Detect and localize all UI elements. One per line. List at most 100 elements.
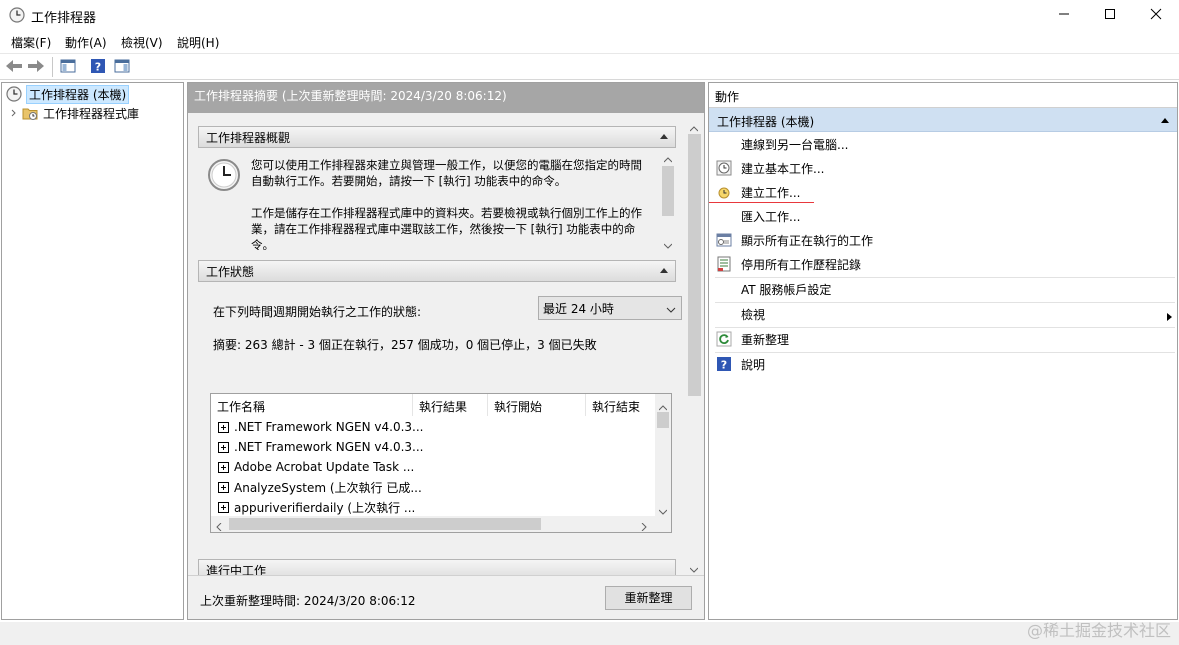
running-tasks-header[interactable]: 進行中工作 (198, 559, 676, 575)
table-horizontal-scrollbar[interactable] (211, 516, 671, 532)
show-hide-tree-button[interactable] (58, 57, 78, 77)
minimize-button[interactable] (1041, 0, 1087, 31)
minimize-icon (1058, 8, 1070, 23)
back-arrow-icon (5, 58, 23, 77)
overview-paragraph: 工作是儲存在工作排程器程式庫中的資料夾。若要檢視或執行個別工作上的作業，請在工作… (251, 206, 642, 250)
table-row[interactable]: .NET Framework NGEN v4.0.3... (211, 417, 656, 437)
table-row[interactable]: Adobe Acrobat Update Task ... (211, 457, 656, 477)
collapse-arrow-icon[interactable] (660, 268, 668, 273)
scroll-up-icon[interactable] (689, 121, 699, 135)
refresh-icon (716, 331, 732, 347)
status-bar (0, 622, 1179, 645)
task-status-header[interactable]: 工作狀態 (198, 260, 676, 282)
svg-text:?: ? (95, 60, 101, 73)
toolbar: ? (0, 53, 1179, 80)
action-disable-history[interactable]: 停用所有工作歷程記錄 (709, 252, 1177, 276)
expand-plus-icon[interactable] (218, 461, 229, 473)
table-row[interactable]: AnalyzeSystem (上次執行 已成... (211, 477, 656, 497)
summary-footer: 上次重新整理時間: 2024/3/20 8:06:12 重新整理 (188, 575, 704, 619)
close-button[interactable] (1133, 0, 1179, 31)
actions-group-title: 工作排程器 (本機) (717, 115, 815, 129)
task-name: AnalyzeSystem (上次執行 已成... (234, 480, 422, 495)
tree-node-library[interactable]: 工作排程器程式庫 (10, 104, 139, 122)
help-button[interactable]: ? (88, 57, 108, 77)
scroll-down-icon[interactable] (663, 238, 673, 250)
action-label: 檢視 (741, 307, 766, 322)
actions-group-header[interactable]: 工作排程器 (本機) (709, 108, 1177, 132)
submenu-arrow-icon (1167, 310, 1172, 324)
action-show-running[interactable]: 顯示所有正在執行的工作 (709, 228, 1177, 252)
action-create-basic-task[interactable]: 建立基本工作... (709, 156, 1177, 180)
expand-plus-icon[interactable] (218, 501, 229, 513)
help-icon: ? (716, 356, 732, 372)
show-hide-action-pane-button[interactable] (112, 57, 132, 77)
scroll-thumb[interactable] (229, 518, 541, 530)
help-icon: ? (90, 58, 106, 77)
task-table: 工作名稱 執行結果 執行開始 執行結束 .NET Framework NGEN … (210, 393, 672, 533)
refresh-button[interactable]: 重新整理 (605, 586, 692, 610)
action-label: 匯入工作... (741, 209, 801, 224)
menu-help[interactable]: 說明(H) (177, 34, 219, 51)
overview-title: 工作排程器概觀 (206, 131, 291, 145)
scroll-up-icon[interactable] (663, 152, 673, 166)
action-create-task[interactable]: 建立工作... (709, 180, 1177, 204)
chevron-right-icon[interactable] (10, 109, 18, 117)
action-label: AT 服務帳戶設定 (741, 282, 832, 297)
expand-plus-icon[interactable] (218, 441, 229, 453)
action-connect-computer[interactable]: 連線到另一台電腦... (709, 132, 1177, 156)
scroll-left-icon[interactable] (216, 520, 222, 532)
collapse-arrow-icon[interactable] (660, 134, 668, 139)
actions-pane: 動作 工作排程器 (本機) 連線到另一台電腦... 建立基本工作... 建立工作… (708, 82, 1178, 620)
expand-plus-icon[interactable] (218, 481, 229, 493)
action-import-task[interactable]: 匯入工作... (709, 204, 1177, 228)
show-hide-action-pane-icon (114, 58, 130, 77)
show-hide-tree-icon (60, 58, 76, 77)
overview-section-header[interactable]: 工作排程器概觀 (198, 126, 676, 148)
clock-icon (6, 86, 22, 102)
running-tasks-section: 進行中工作 (198, 559, 676, 575)
clock-large-icon (207, 158, 241, 195)
action-refresh[interactable]: 重新整理 (709, 327, 1177, 351)
overview-section: 工作排程器概觀 您可以使用工作排程器來建立與管理一般工作，以便您的電腦在您指定的… (198, 126, 676, 250)
overview-paragraph: 您可以使用工作排程器來建立與管理一般工作，以便您的電腦在您指定的時間自動執行工作… (251, 158, 642, 188)
column-header-end[interactable]: 執行結束 (586, 394, 656, 416)
menu-view[interactable]: 檢視(V) (121, 34, 163, 51)
history-icon (716, 256, 732, 272)
clock-icon (9, 7, 25, 23)
table-row[interactable]: .NET Framework NGEN v4.0.3... (211, 437, 656, 457)
action-view[interactable]: 檢視 (709, 302, 1177, 326)
scroll-thumb[interactable] (688, 134, 701, 396)
tree-node-label: 工作排程器 (本機) (26, 84, 130, 104)
action-label: 連線到另一台電腦... (741, 137, 849, 152)
scroll-right-icon[interactable] (641, 520, 647, 532)
summary-scrollbar[interactable] (686, 114, 703, 575)
back-button[interactable] (4, 57, 24, 77)
expand-plus-icon[interactable] (218, 421, 229, 433)
column-header-name[interactable]: 工作名稱 (211, 394, 413, 416)
overview-scrollbar[interactable] (660, 148, 676, 250)
menu-action[interactable]: 動作(A) (65, 34, 107, 51)
collapse-arrow-icon[interactable] (1161, 118, 1169, 123)
maximize-button[interactable] (1087, 0, 1133, 31)
scroll-down-icon[interactable] (689, 562, 699, 576)
menu-file[interactable]: 檔案(F) (11, 34, 51, 51)
navigation-tree: 工作排程器 (本機) 工作排程器程式庫 (1, 82, 184, 620)
task-status-section: 工作狀態 在下列時間週期開始執行之工作的狀態: 最近 24 小時 摘要: 263… (198, 260, 682, 560)
task-name: appuriverifierdaily (上次執行 ... (234, 500, 416, 515)
forward-button[interactable] (26, 57, 46, 77)
column-header-start[interactable]: 執行開始 (488, 394, 586, 416)
column-header-result[interactable]: 執行結果 (413, 394, 488, 416)
scroll-thumb[interactable] (657, 412, 669, 428)
action-at-service-account[interactable]: AT 服務帳戶設定 (709, 277, 1177, 301)
table-vertical-scrollbar[interactable] (655, 394, 671, 516)
summary-header: 工作排程器摘要 (上次重新整理時間: 2024/3/20 8:06:12) (188, 83, 704, 113)
action-label: 建立基本工作... (741, 161, 825, 176)
action-label: 重新整理 (741, 332, 790, 347)
period-dropdown[interactable]: 最近 24 小時 (538, 296, 682, 320)
running-tasks-title: 進行中工作 (206, 564, 267, 575)
tree-node-scheduler-local[interactable]: 工作排程器 (本機) (6, 84, 130, 104)
table-row[interactable]: appuriverifierdaily (上次執行 ... (211, 497, 656, 517)
scroll-thumb[interactable] (662, 166, 674, 216)
action-help[interactable]: ? 說明 (709, 352, 1177, 376)
blank-icon (716, 281, 732, 297)
